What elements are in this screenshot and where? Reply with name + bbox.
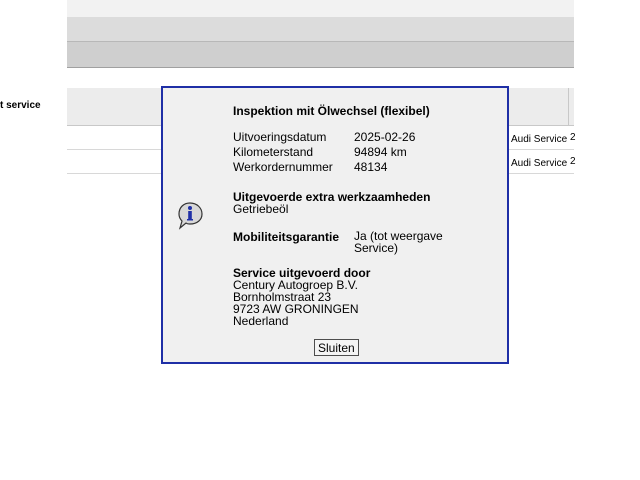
mileage-value: 94894 km [354, 145, 407, 159]
mileage-label: Kilometerstand [233, 145, 314, 159]
execution-date-value: 2025-02-26 [354, 130, 416, 144]
service-detail-dialog: Inspektion mit Ölwechsel (flexibel) Uitv… [161, 86, 509, 364]
extra-work-text: Getriebeöl [233, 202, 289, 216]
service-cell: Audi Service [511, 134, 568, 145]
close-button[interactable]: Sluiten [314, 339, 359, 356]
extra-cell: 2 [570, 132, 576, 143]
info-icon [178, 202, 203, 230]
column-divider [568, 88, 569, 126]
dialog-title: Inspektion mit Ölwechsel (flexibel) [233, 104, 430, 118]
performed-by-address: Century Autogroep B.V. Bornholmstraat 23… [233, 279, 359, 327]
tab-band [67, 41, 574, 68]
toolbar-band [67, 18, 574, 41]
work-order-value: 48134 [354, 160, 388, 174]
mobility-heading: Mobiliteitsgarantie [233, 230, 340, 244]
left-margin [0, 0, 67, 480]
extra-cell: 2 [570, 156, 576, 167]
work-order-row: Werkordernummer 48134 [233, 160, 387, 174]
execution-date-row: Uitvoeringsdatum 2025-02-26 [233, 130, 415, 144]
mobility-value: Ja (tot weergave Service) [354, 230, 464, 254]
dealer-country: Nederland [233, 314, 289, 328]
mileage-row: Kilometerstand 94894 km [233, 145, 407, 159]
top-bar [67, 0, 574, 18]
execution-date-label: Uitvoeringsdatum [233, 130, 327, 144]
table-column-label: t service [0, 100, 41, 111]
service-cell: Audi Service [511, 158, 568, 169]
mobility-value-line: Service) [354, 241, 399, 255]
work-order-label: Werkordernummer [233, 160, 333, 174]
